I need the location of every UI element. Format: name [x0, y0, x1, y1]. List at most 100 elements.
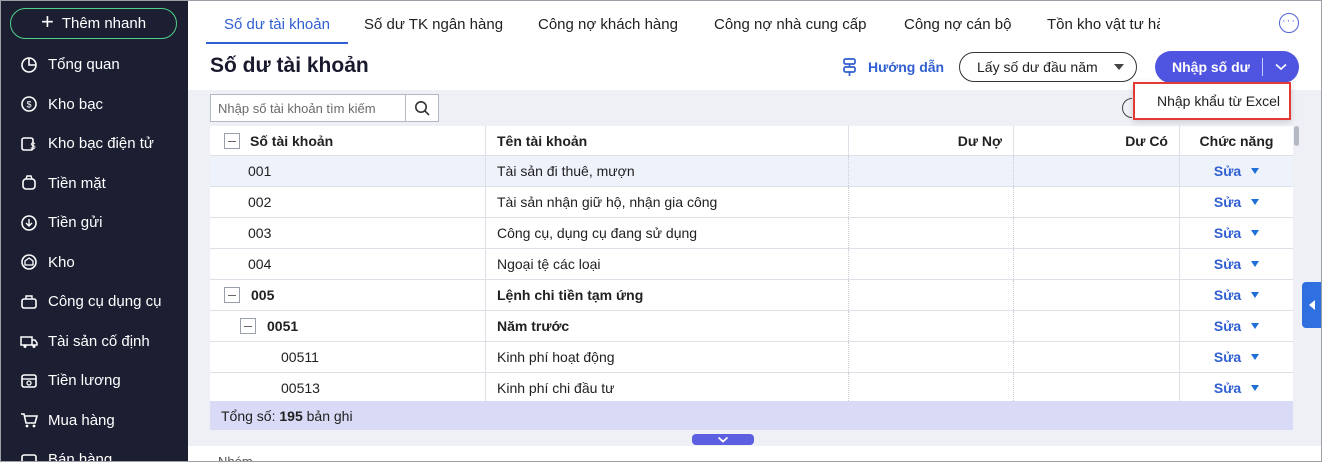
salary-icon	[21, 373, 37, 388]
caret-down-icon[interactable]	[1251, 292, 1260, 298]
account-name: Tài sản nhận giữ hộ, nhận gia công	[485, 187, 848, 217]
credit-value[interactable]	[1013, 311, 1179, 341]
sidebar-item-salary[interactable]: Tiền lương	[0, 361, 188, 401]
collapse-icon[interactable]	[224, 287, 240, 303]
caret-down-icon[interactable]	[1251, 261, 1260, 267]
sidebar-item-overview[interactable]: Tổng quan	[0, 45, 188, 85]
credit-value[interactable]	[1013, 249, 1179, 279]
edit-link[interactable]: Sửa	[1214, 194, 1241, 210]
credit-value[interactable]	[1013, 342, 1179, 372]
sidebar-item-label: Tiền lương	[48, 372, 121, 390]
search-box	[210, 94, 439, 122]
row-actions: Sửa	[1179, 373, 1293, 403]
table-row[interactable]: 001 Tài sản đi thuê, mượn Sửa	[210, 156, 1293, 187]
caret-down-icon[interactable]	[1251, 323, 1260, 329]
account-name: Ngoại tệ các loại	[485, 249, 848, 279]
edit-link[interactable]: Sửa	[1214, 256, 1241, 272]
credit-value[interactable]	[1013, 373, 1179, 403]
column-header-code: Số tài khoản	[250, 132, 334, 149]
table-row[interactable]: 004 Ngoại tệ các loại Sửa	[210, 249, 1293, 280]
table-row[interactable]: 005 Lệnh chi tiền tạm ứng Sửa	[210, 280, 1293, 311]
debit-value[interactable]	[848, 342, 1013, 372]
debit-value[interactable]	[848, 373, 1013, 403]
search-button[interactable]	[405, 95, 438, 121]
tab-customer-debt[interactable]: Công nợ khách hàng	[538, 0, 678, 44]
caret-down-icon[interactable]	[1251, 168, 1260, 174]
sales-icon	[21, 453, 37, 462]
sidebar-item-label: Tổng quan	[48, 56, 120, 74]
account-code: 00511	[281, 349, 319, 365]
quick-add-label: Thêm nhanh	[61, 15, 147, 32]
caret-down-icon[interactable]	[1251, 354, 1260, 360]
column-header-debit: Dư Nợ	[848, 126, 1013, 155]
bottom-panel-label: Nhóm	[218, 454, 253, 462]
pie-chart-icon	[21, 56, 37, 73]
debit-value[interactable]	[848, 280, 1013, 310]
debit-value[interactable]	[848, 249, 1013, 279]
edit-link[interactable]: Sửa	[1214, 380, 1241, 396]
tab-account-balance[interactable]: Số dư tài khoản	[206, 0, 348, 44]
sidebar-item-warehouse[interactable]: Kho	[0, 243, 188, 283]
credit-value[interactable]	[1013, 280, 1179, 310]
debit-value[interactable]	[848, 156, 1013, 186]
sidebar-item-tools[interactable]: Công cụ dụng cụ	[0, 282, 188, 322]
sidebar-item-e-treasury[interactable]: $ Kho bạc điện tử	[0, 124, 188, 164]
sidebar-item-label: Kho	[48, 253, 75, 271]
collapse-all-icon[interactable]	[224, 132, 240, 149]
quick-add-button[interactable]: + Thêm nhanh	[10, 8, 177, 39]
import-excel-menu-item[interactable]: Nhập khẩu từ Excel	[1133, 82, 1291, 120]
edit-link[interactable]: Sửa	[1214, 318, 1241, 334]
sidebar-item-label: Tài sản cố định	[48, 332, 150, 350]
sidebar-item-sales[interactable]: Bán hàng	[0, 440, 188, 462]
guide-icon	[843, 58, 856, 76]
debit-value[interactable]	[848, 311, 1013, 341]
sidebar-item-label: Kho bạc	[48, 95, 104, 113]
enter-balance-button[interactable]: Nhập số dư	[1155, 51, 1299, 83]
search-input[interactable]	[211, 95, 405, 121]
side-panel-toggle[interactable]	[1302, 282, 1321, 328]
guide-link[interactable]: Hướng dẫn	[840, 57, 944, 77]
caret-down-icon[interactable]	[1251, 385, 1260, 391]
debit-value[interactable]	[848, 218, 1013, 248]
sidebar-item-deposit[interactable]: Tiền gửi	[0, 203, 188, 243]
sidebar-item-label: Tiền gửi	[48, 214, 103, 232]
more-options-icon[interactable]: ···	[1279, 13, 1299, 33]
sidebar-item-purchase[interactable]: Mua hàng	[0, 401, 188, 441]
row-actions: Sửa	[1179, 249, 1293, 279]
sidebar-item-treasury[interactable]: $ Kho bạc	[0, 85, 188, 125]
edit-link[interactable]: Sửa	[1214, 349, 1241, 365]
row-actions: Sửa	[1179, 156, 1293, 186]
credit-value[interactable]	[1013, 218, 1179, 248]
row-actions: Sửa	[1179, 187, 1293, 217]
edit-link[interactable]: Sửa	[1214, 163, 1241, 179]
table-row[interactable]: 002 Tài sản nhận giữ hộ, nhận gia công S…	[210, 187, 1293, 218]
account-name: Lệnh chi tiền tạm ứng	[485, 280, 848, 310]
credit-value[interactable]	[1013, 156, 1179, 186]
table-row[interactable]: 00513 Kinh phí chi đầu tư Sửa	[210, 373, 1293, 404]
credit-value[interactable]	[1013, 187, 1179, 217]
tab-inventory[interactable]: Tồn kho vật tư hà	[1047, 0, 1160, 44]
row-actions: Sửa	[1179, 218, 1293, 248]
guide-label: Hướng dẫn	[868, 59, 945, 75]
edit-link[interactable]: Sửa	[1214, 225, 1241, 241]
caret-down-icon[interactable]	[1251, 230, 1260, 236]
tab-supplier-debt[interactable]: Công nợ nhà cung cấp	[714, 0, 866, 44]
expand-panel-button[interactable]	[692, 434, 754, 445]
sidebar: + Thêm nhanh Tổng quan $ Kho bạc $ Kho b…	[0, 0, 188, 462]
caret-down-icon[interactable]	[1251, 199, 1260, 205]
table-row[interactable]: 003 Công cụ, dụng cụ đang sử dụng Sửa	[210, 218, 1293, 249]
get-opening-balance-button[interactable]: Lấy số dư đầu năm	[959, 52, 1137, 82]
edit-link[interactable]: Sửa	[1214, 287, 1241, 303]
collapse-icon[interactable]	[240, 318, 256, 334]
sidebar-item-cash[interactable]: Tiền mặt	[0, 164, 188, 204]
account-name: Tài sản đi thuê, mượn	[485, 156, 848, 186]
cash-icon	[22, 175, 36, 191]
debit-value[interactable]	[848, 187, 1013, 217]
tab-staff-debt[interactable]: Công nợ cán bộ	[904, 0, 1011, 44]
table-row[interactable]: 00511 Kinh phí hoạt động Sửa	[210, 342, 1293, 373]
sidebar-item-fixed-assets[interactable]: Tài sản cố định	[0, 322, 188, 362]
chevron-down-icon[interactable]	[1263, 63, 1299, 71]
table-scrollbar[interactable]	[1294, 126, 1299, 146]
table-row[interactable]: 0051 Năm trước Sửa	[210, 311, 1293, 342]
tab-bank-balance[interactable]: Số dư TK ngân hàng	[364, 0, 503, 44]
